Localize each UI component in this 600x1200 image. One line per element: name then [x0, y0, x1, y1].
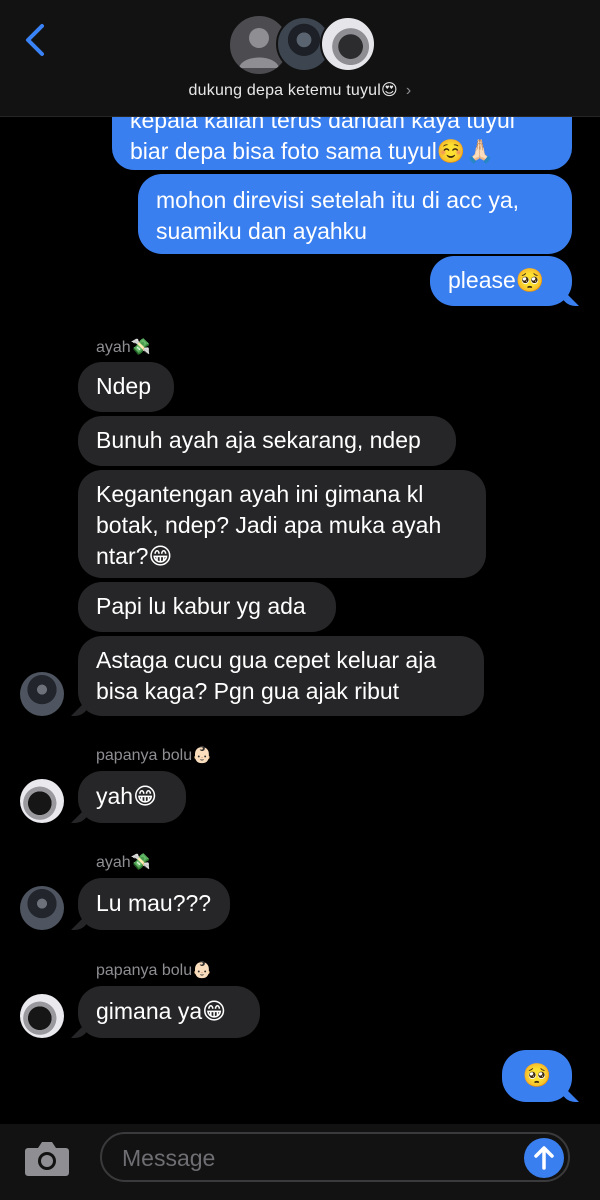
received-message-bubble[interactable]: gimana ya😁	[78, 986, 260, 1038]
message-field[interactable]	[100, 1132, 570, 1182]
chevron-left-icon[interactable]	[18, 22, 54, 58]
received-message-bubble[interactable]: Astaga cucu gua cepet keluar aja bisa ka…	[78, 636, 484, 716]
avatar-ayah[interactable]	[20, 672, 64, 716]
sent-message-bubble[interactable]: please🥺	[430, 256, 572, 306]
received-message-bubble[interactable]: Kegantengan ayah ini gimana kl botak, nd…	[78, 470, 486, 578]
received-message-bubble[interactable]: yah😁	[78, 771, 186, 823]
received-message-bubble[interactable]: Bunuh ayah aja sekarang, ndep	[78, 416, 456, 466]
sender-name: ayah💸	[96, 854, 151, 871]
received-message-bubble[interactable]: Ndep	[78, 362, 174, 412]
message-input-bar	[0, 1124, 600, 1200]
avatar-ayah[interactable]	[20, 886, 64, 930]
received-message-bubble[interactable]: Lu mau???	[78, 878, 230, 930]
group-avatars[interactable]	[228, 14, 378, 76]
avatar-papanya-bolu[interactable]	[20, 994, 64, 1038]
message-input[interactable]	[120, 1140, 504, 1176]
group-name-text: dukung depa ketemu tuyul😍	[188, 82, 398, 99]
chevron-right-icon: ›	[405, 82, 412, 99]
send-button[interactable]	[524, 1138, 564, 1178]
sent-message-bubble[interactable]: mohon direvisi setelah itu di acc ya, su…	[138, 174, 572, 254]
avatar-papanya-bolu[interactable]	[20, 779, 64, 823]
arrow-up-icon	[534, 1146, 554, 1170]
sender-name: papanya bolu👶🏻	[96, 962, 213, 979]
sender-name: ayah💸	[96, 339, 151, 356]
sender-name: papanya bolu👶🏻	[96, 747, 213, 764]
received-message-bubble[interactable]: Papi lu kabur yg ada	[78, 582, 336, 632]
camera-icon[interactable]	[24, 1138, 70, 1178]
group-name[interactable]: dukung depa ketemu tuyul😍 ›	[0, 80, 600, 100]
avatar-papanya-bolu	[320, 16, 376, 72]
sent-message-bubble[interactable]: 🥺	[502, 1050, 572, 1102]
conversation-header: dukung depa ketemu tuyul😍 ›	[0, 0, 600, 117]
